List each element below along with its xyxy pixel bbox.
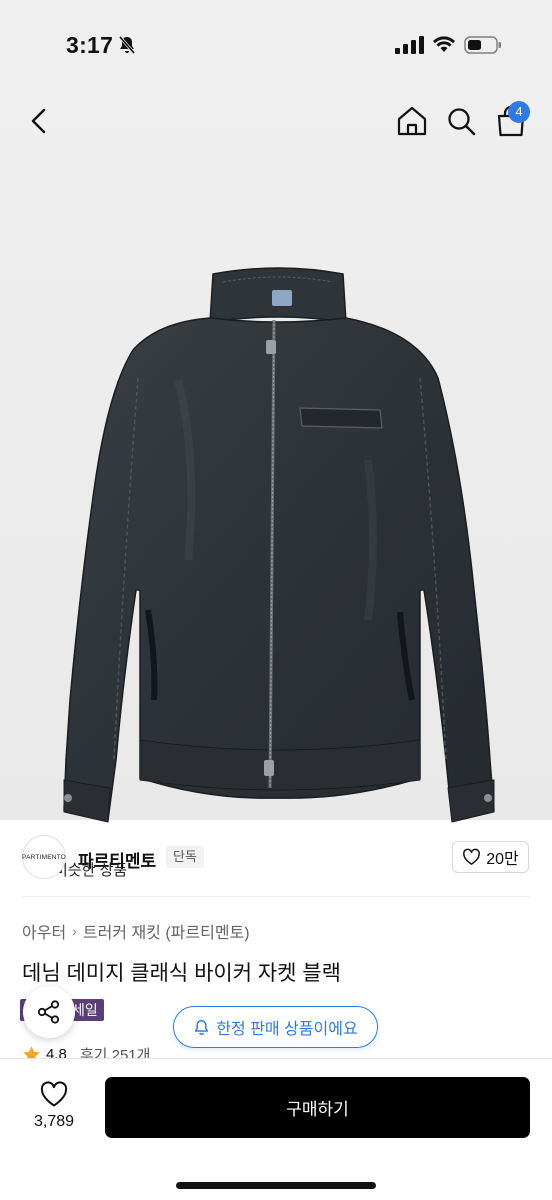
breadcrumb-category[interactable]: 아우터 (22, 919, 66, 943)
battery-icon (464, 36, 501, 54)
bottom-action-bar: 3,789 구매하기 (0, 1058, 552, 1200)
cart-count-badge: 4 (508, 101, 530, 123)
brand-like-count: 20만 (486, 851, 519, 868)
heart-icon (463, 848, 481, 865)
bell-muted-icon (118, 36, 136, 54)
status-bar: 3:17 (0, 0, 552, 90)
home-indicator[interactable] (176, 1182, 376, 1189)
divider (22, 896, 530, 897)
product-image-area[interactable]: 4 비슷한 상품 (0, 90, 552, 886)
brand-like-button[interactable]: 20만 (452, 841, 529, 873)
wishlist-count: 3,789 (33, 1113, 75, 1130)
share-icon (37, 1000, 60, 1024)
brand-row: PARTIMENTO 파르티멘토 단독 20만 (0, 830, 552, 886)
breadcrumb: 아우터 › 트러커 재킷 (파르티멘토) (22, 919, 250, 943)
wifi-icon (433, 36, 455, 52)
chevron-right-icon: › (72, 923, 77, 939)
limited-sale-label: 한정 판매 상품이에요 (216, 1021, 358, 1038)
wishlist-heart-icon[interactable] (39, 1081, 69, 1108)
bell-icon (195, 1019, 209, 1035)
jacket-image (63, 267, 495, 823)
home-icon[interactable] (395, 104, 429, 138)
brand-logo[interactable]: PARTIMENTO (22, 835, 66, 879)
buy-button[interactable]: 구매하기 (105, 1077, 530, 1138)
exclusive-tag: 단독 (166, 846, 204, 868)
share-button[interactable] (23, 986, 75, 1038)
brand-name[interactable]: 파르티멘토 (78, 847, 156, 872)
limited-sale-notice[interactable]: 한정 판매 상품이에요 (173, 1006, 378, 1048)
status-time: 3:17 (66, 32, 114, 58)
breadcrumb-subcategory[interactable]: 트러커 재킷 (파르티멘토) (83, 919, 250, 943)
search-icon[interactable] (445, 104, 477, 138)
cellular-signal-icon (395, 36, 424, 54)
product-title: 데님 데미지 클래식 바이커 자켓 블랙 (22, 962, 341, 985)
back-arrow-icon[interactable] (26, 104, 52, 138)
